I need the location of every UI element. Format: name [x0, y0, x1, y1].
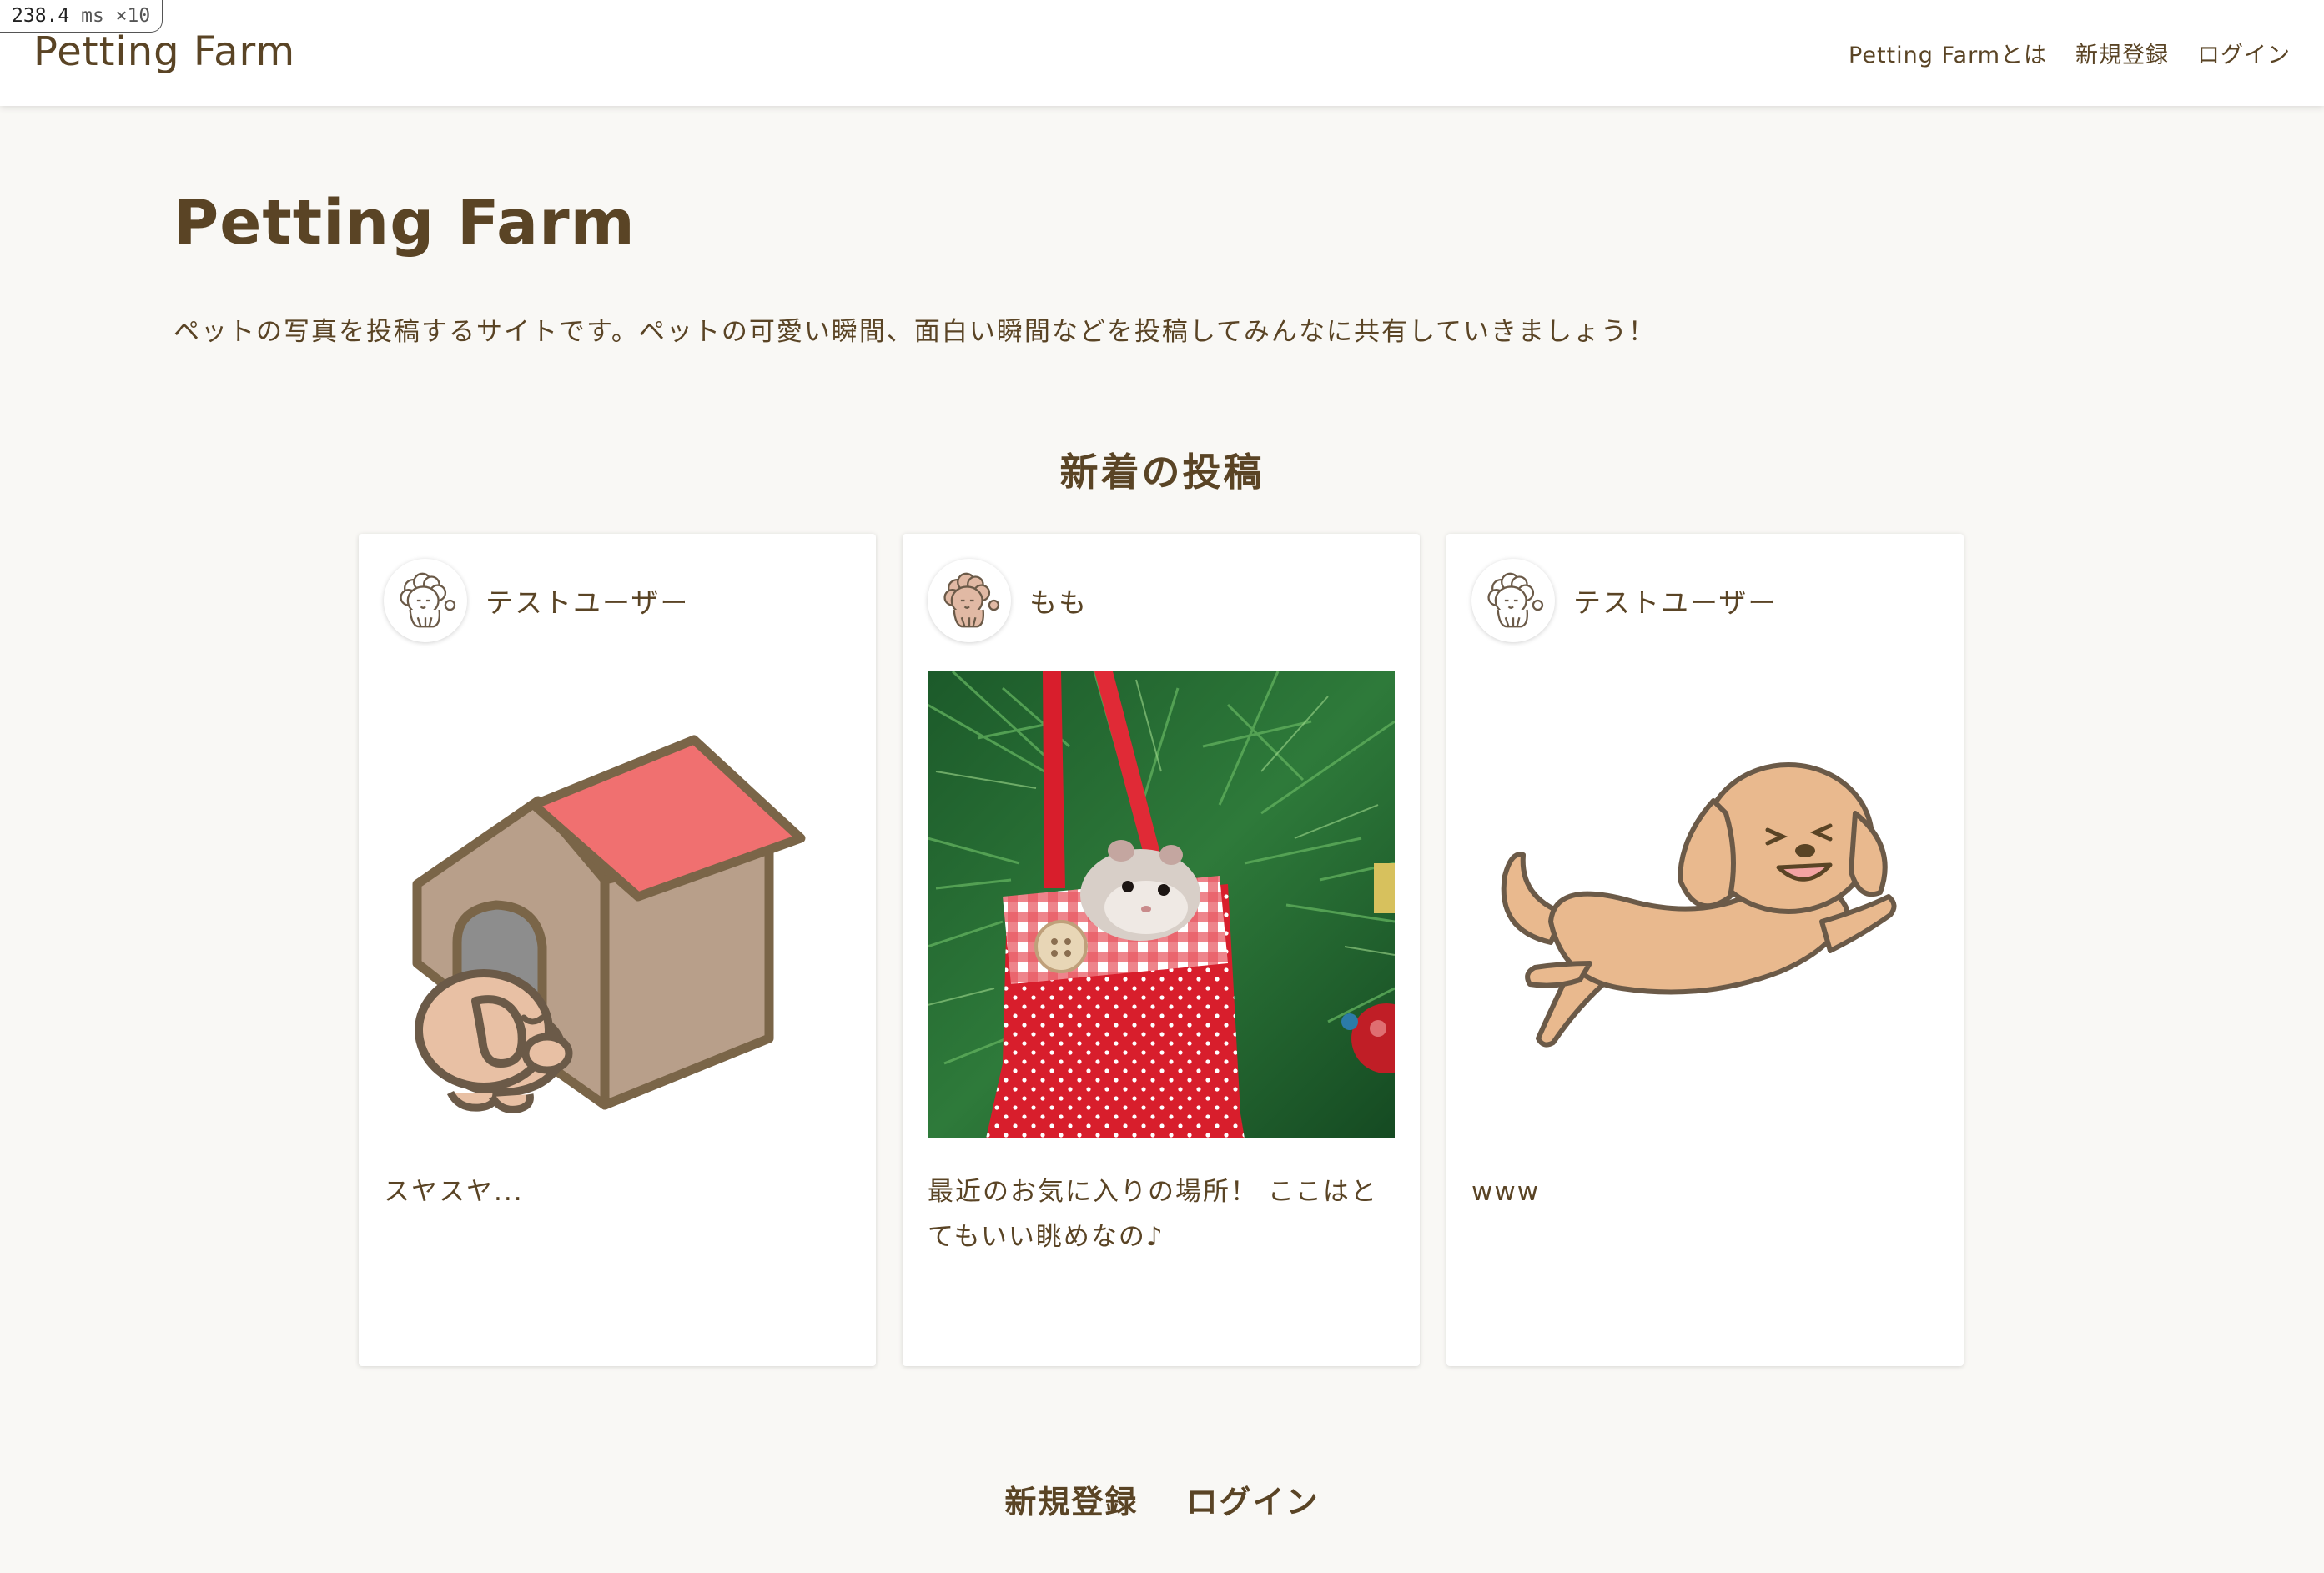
post-image[interactable] [1471, 671, 1939, 1138]
performance-badge: 238.4 ms ×10 [0, 0, 163, 33]
latest-posts-title: 新着の投稿 [1059, 450, 1265, 495]
nav-login-link[interactable]: ログイン [2197, 37, 2291, 69]
site-logo[interactable]: Petting Farm [33, 28, 295, 75]
post-card[interactable]: もも 最近のお気に入りの場所！ ここはとてもいい眺めなの♪ [903, 534, 1420, 1366]
post-username[interactable]: もも [1029, 580, 1088, 621]
jumping-dog-image [1501, 762, 1897, 1048]
header-nav: Petting Farmとは 新規登録 ログイン [1849, 37, 2291, 69]
post-user[interactable]: テストユーザー [1471, 559, 1777, 642]
avatar[interactable] [928, 559, 1011, 642]
perf-value: 238.4 [12, 5, 70, 27]
post-text: 最近のお気に入りの場所！ ここはとてもいい眺めなの♪ [928, 1177, 1378, 1252]
perf-unit: ms [81, 5, 104, 27]
avatar[interactable] [1471, 559, 1555, 642]
footer-signup-link[interactable]: 新規登録 [1004, 1484, 1138, 1520]
avatar[interactable] [384, 559, 467, 642]
poodle-avatar-icon [1487, 572, 1544, 628]
post-list: テストユーザー スヤスヤ... もも 最近のお気に入りの場所！ ここはとてもいい… [359, 534, 1964, 1366]
post-card[interactable]: テストユーザー [359, 534, 876, 1366]
footer-links: 新規登録 ログイン [0, 1476, 2324, 1522]
sleeping-dog-doghouse-image [412, 735, 806, 1113]
nav-about-link[interactable]: Petting Farmとは [1849, 37, 2047, 69]
post-user[interactable]: テストユーザー [384, 559, 689, 642]
perf-multiplier: ×10 [115, 5, 151, 27]
hero-title: Petting Farm [174, 187, 636, 259]
post-user[interactable]: もも [928, 559, 1088, 642]
nav-signup-link[interactable]: 新規登録 [2075, 37, 2169, 69]
post-username[interactable]: テストユーザー [1573, 580, 1777, 621]
hero-description: ペットの写真を投稿するサイトです。ペットの可愛い瞬間、面白い瞬間などを投稿してみ… [174, 317, 1657, 347]
post-text: スヤスヤ... [384, 1177, 524, 1207]
post-card[interactable]: テストユーザー [1446, 534, 1964, 1366]
post-username[interactable]: テストユーザー [485, 580, 689, 621]
hamster-stocking-photo [928, 671, 1395, 1138]
post-image[interactable] [384, 671, 851, 1138]
poodle-avatar-icon [943, 572, 1000, 628]
poodle-avatar-icon [400, 572, 456, 628]
post-image[interactable] [928, 671, 1395, 1138]
post-text: www [1471, 1177, 1541, 1207]
site-header: Petting Farm Petting Farmとは 新規登録 ログイン [0, 0, 2324, 106]
footer-login-link[interactable]: ログイン [1186, 1484, 1320, 1520]
